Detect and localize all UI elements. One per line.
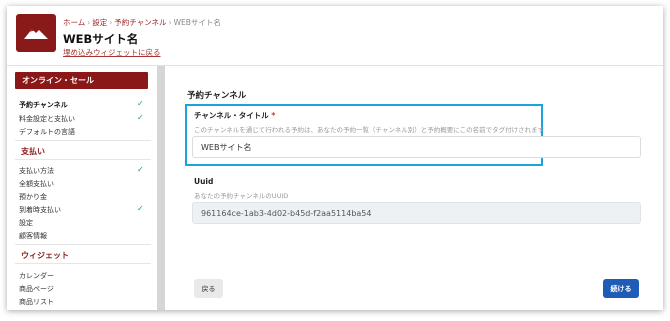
sidebar-item-pay-on-arrival[interactable]: 到着時支払い: [19, 205, 147, 215]
sidebar-item-product-page[interactable]: 商品ページ: [19, 284, 147, 294]
breadcrumb: ホーム › 設定 › 予約チャンネル › WEBサイト名: [63, 17, 221, 28]
sidebar-item-pricing[interactable]: 料金設定と支払い: [19, 114, 147, 124]
back-button[interactable]: 戻る: [194, 279, 223, 298]
sidebar-item-settings[interactable]: 設定: [19, 218, 147, 228]
check-icon: ✓: [137, 99, 144, 108]
sidebar-item-product-list[interactable]: 商品リスト: [19, 297, 147, 307]
breadcrumb-separator: ›: [168, 18, 172, 27]
sidebar-divider: [15, 244, 151, 245]
uuid-input[interactable]: [192, 202, 641, 224]
sidebar-item-full-payment[interactable]: 全額支払い: [19, 179, 147, 189]
sidebar-section-payments: 支払い: [21, 147, 45, 156]
sidebar: オンライン・セール 予約チャンネル ✓ 料金設定と支払い ✓ デフォルトの言語 …: [7, 66, 165, 310]
sidebar-divider: [15, 140, 151, 141]
breadcrumb-separator: ›: [109, 18, 113, 27]
sidebar-divider: [15, 159, 151, 160]
channel-title-input[interactable]: [192, 136, 641, 158]
sidebar-scrollbar[interactable]: [157, 66, 165, 310]
sidebar-section-widgets: ウィジェット: [21, 251, 69, 260]
sidebar-section-online-sales: オンライン・セール: [15, 72, 148, 89]
sidebar-item-customer-info[interactable]: 顧客情報: [19, 231, 147, 241]
breadcrumb-separator: ›: [87, 18, 91, 27]
uuid-label: Uuid: [194, 177, 214, 186]
sidebar-item-payment-methods[interactable]: 支払い方法: [19, 166, 147, 176]
app-window: ホーム › 設定 › 予約チャンネル › WEBサイト名 WEBサイト名 埋め込みウィジェッ…: [7, 6, 663, 310]
breadcrumb-booking-channels[interactable]: 予約チャンネル: [114, 18, 166, 27]
continue-button[interactable]: 続ける: [603, 279, 639, 298]
channel-title-label: チャンネル・タイトル *: [194, 110, 275, 121]
channel-title-label-text: チャンネル・タイトル: [194, 111, 269, 120]
uuid-description: あなたの予約チャンネルのUUID: [194, 192, 289, 200]
mountain-logo-icon: [16, 14, 56, 52]
sidebar-divider: [15, 263, 151, 264]
required-mark: *: [271, 111, 276, 120]
page-header: ホーム › 設定 › 予約チャンネル › WEBサイト名 WEBサイト名 埋め込みウィジェッ…: [7, 6, 663, 66]
sidebar-item-calendar[interactable]: カレンダー: [19, 271, 147, 281]
check-icon: ✓: [137, 204, 144, 213]
sidebar-item-deposit[interactable]: 預かり金: [19, 192, 147, 202]
main-content: 予約チャンネル チャンネル・タイトル * このチャンネルを通じて行われる予約は、…: [167, 66, 663, 310]
page-title: WEBサイト名: [63, 32, 139, 46]
check-icon: ✓: [137, 113, 144, 122]
check-icon: ✓: [137, 165, 144, 174]
breadcrumb-home[interactable]: ホーム: [63, 18, 85, 27]
sidebar-item-default-language[interactable]: デフォルトの言語: [19, 127, 147, 137]
channel-title-description: このチャンネルを通じて行われる予約は、あなたの予約一覧（チャンネル別）と予約概要…: [194, 126, 545, 134]
sidebar-item-booking-channels[interactable]: 予約チャンネル: [19, 100, 147, 110]
breadcrumb-settings[interactable]: 設定: [92, 18, 107, 27]
breadcrumb-current: WEBサイト名: [173, 18, 221, 27]
section-title: 予約チャンネル: [187, 91, 247, 101]
back-to-widget-link[interactable]: 埋め込みウィジェットに戻る: [63, 47, 161, 58]
